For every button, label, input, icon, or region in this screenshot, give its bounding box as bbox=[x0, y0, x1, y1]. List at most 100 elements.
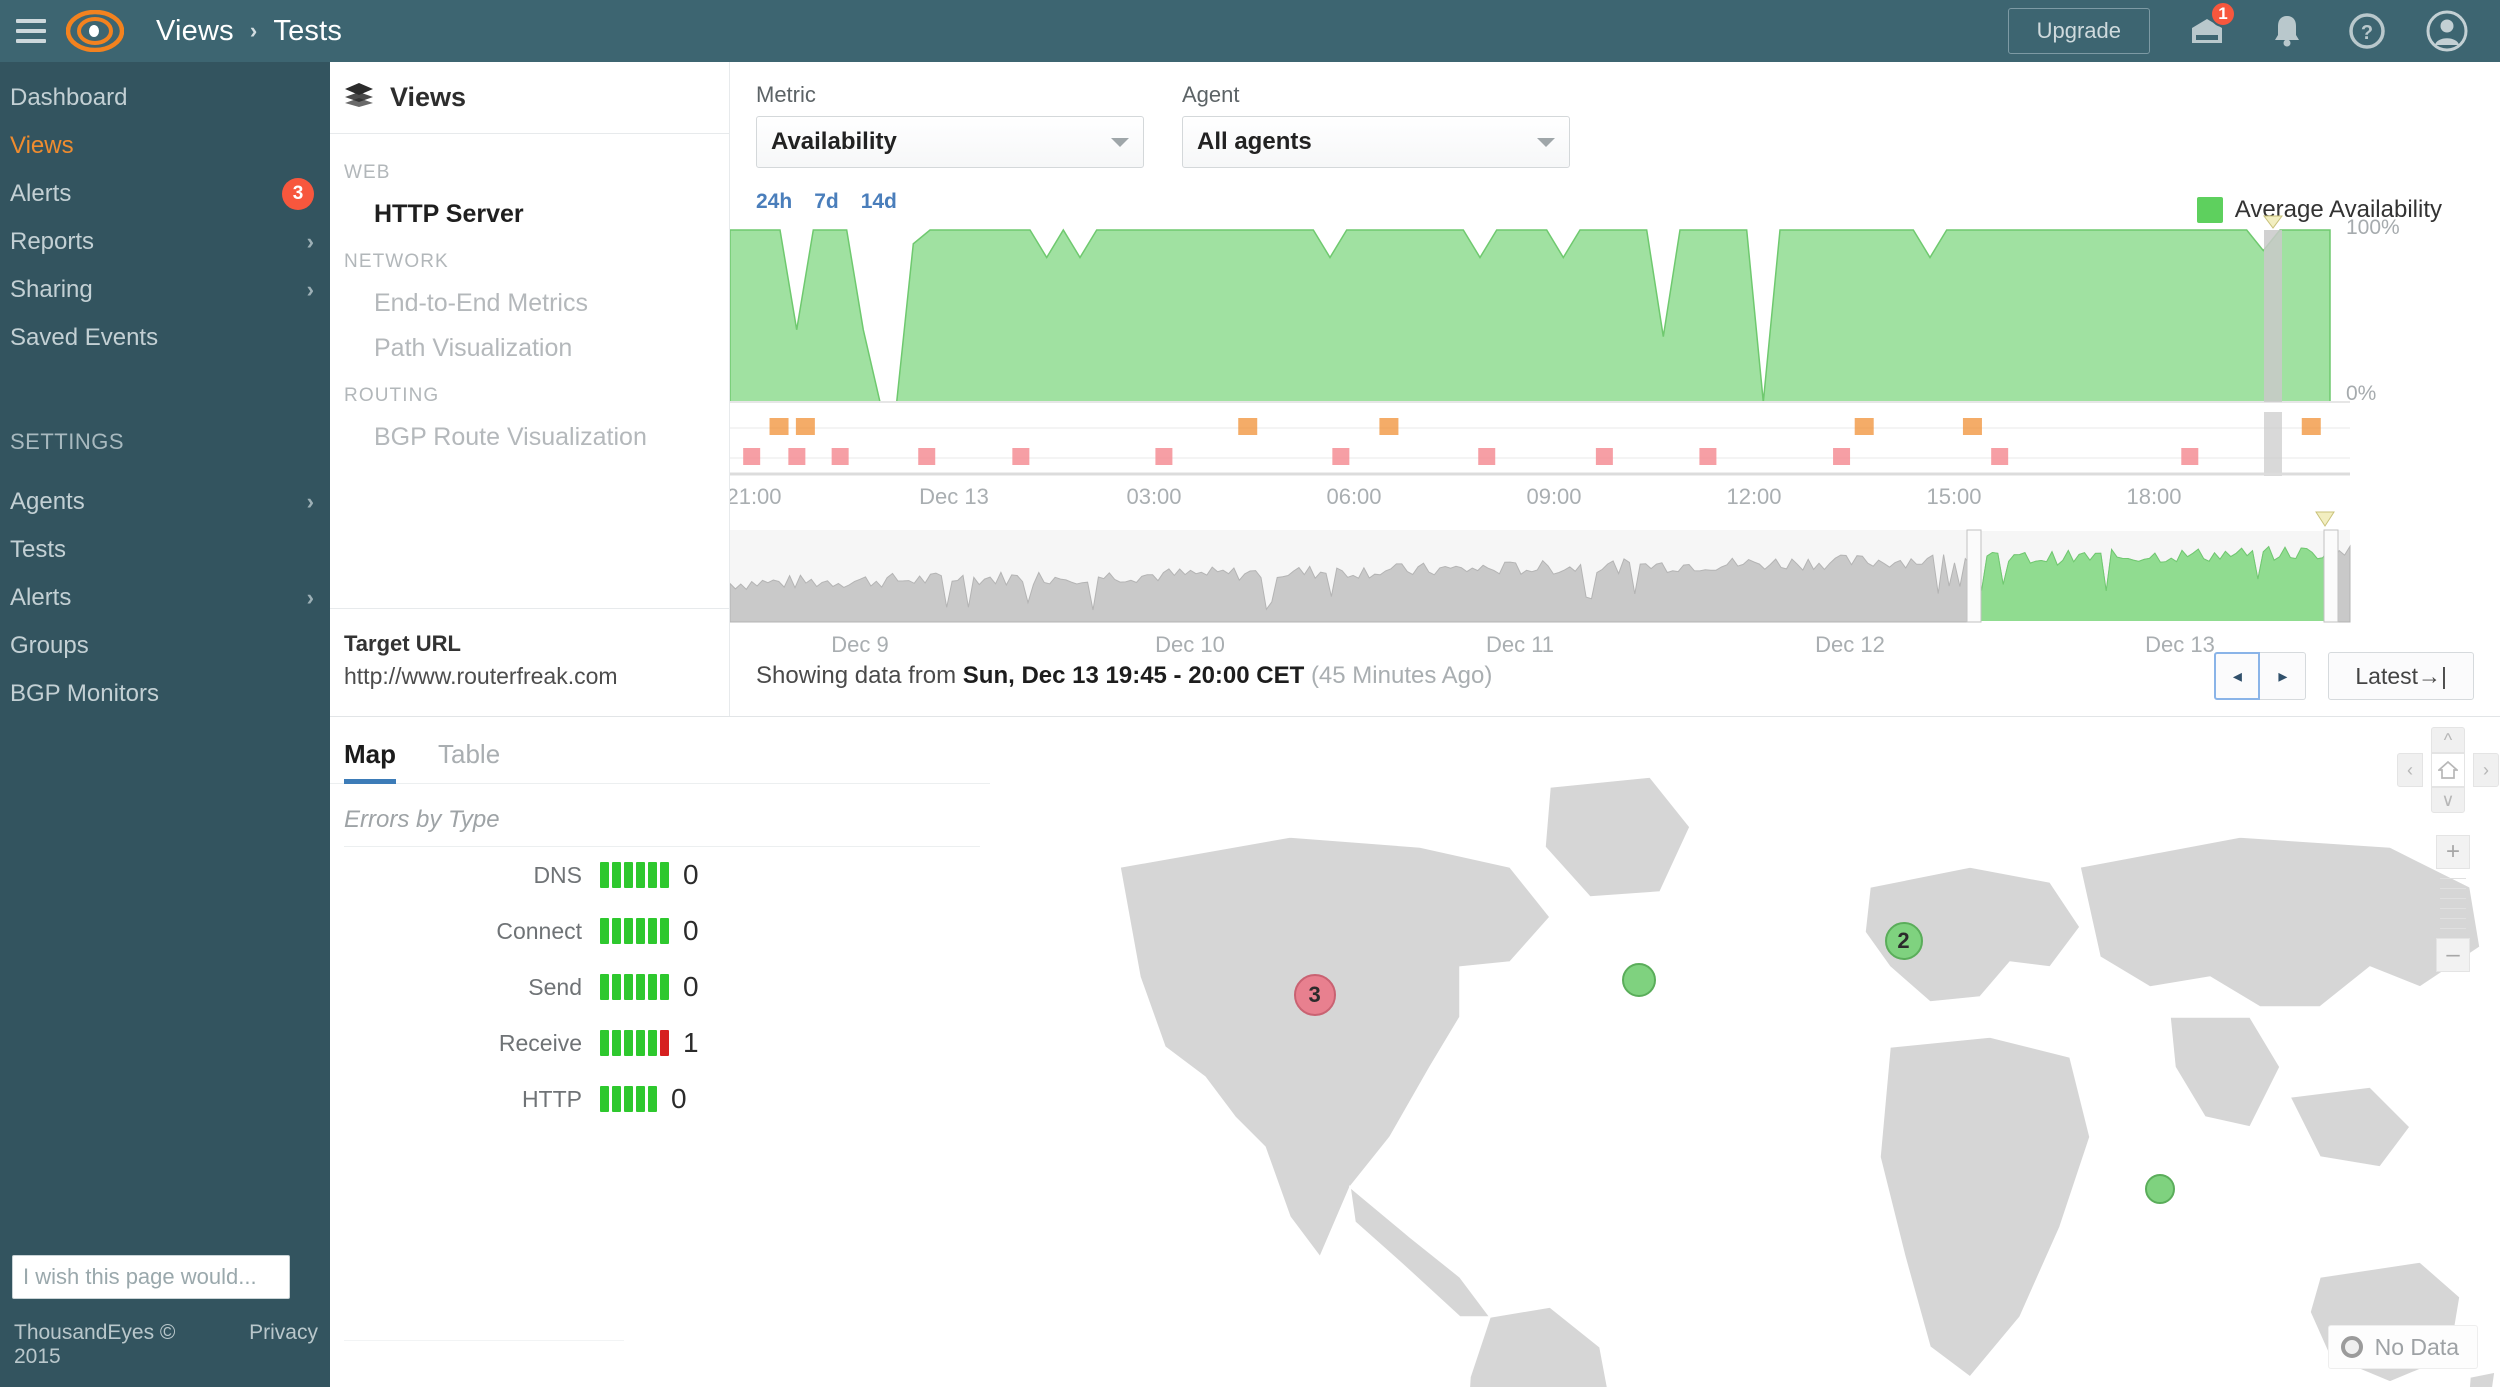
feedback-input[interactable] bbox=[12, 1255, 290, 1299]
sidebar: Dashboard Views Alerts 3 Reports › Shari… bbox=[0, 62, 330, 1387]
alert-event-marker[interactable] bbox=[769, 418, 789, 435]
error-event-marker[interactable] bbox=[831, 448, 849, 465]
range-24h[interactable]: 24h bbox=[756, 190, 792, 214]
next-button[interactable]: ▸ bbox=[2260, 652, 2307, 700]
prev-button[interactable]: ◂ bbox=[2214, 652, 2261, 700]
views-item-end-to-end-metrics[interactable]: End-to-End Metrics bbox=[330, 281, 729, 326]
privacy-link[interactable]: Privacy bbox=[249, 1321, 318, 1369]
sidebar-item-sharing[interactable]: Sharing › bbox=[0, 266, 330, 314]
help-icon[interactable]: ? bbox=[2344, 8, 2390, 54]
error-event-marker[interactable] bbox=[1833, 448, 1851, 465]
chevron-right-icon: › bbox=[306, 277, 314, 302]
navigator-current-handle-icon[interactable] bbox=[2315, 511, 2335, 527]
map-agent-marker[interactable]: 3 bbox=[1293, 974, 1336, 1017]
error-event-marker[interactable] bbox=[1012, 448, 1030, 465]
error-event-marker[interactable] bbox=[743, 448, 761, 465]
bell-icon[interactable] bbox=[2264, 8, 2310, 54]
tab-map[interactable]: Map bbox=[344, 739, 396, 784]
error-type-value: 0 bbox=[683, 859, 699, 890]
sidebar-item-agents[interactable]: Agents › bbox=[0, 478, 330, 526]
menu-icon[interactable] bbox=[0, 0, 62, 62]
map-zoom-control: + – bbox=[2436, 835, 2470, 972]
map-agent-marker[interactable] bbox=[1622, 962, 1657, 997]
error-event-marker[interactable] bbox=[1595, 448, 1613, 465]
zoom-tick bbox=[2440, 888, 2466, 889]
error-sparkline-bar bbox=[624, 1030, 633, 1056]
map-landmass bbox=[1468, 1306, 1609, 1387]
error-event-marker[interactable] bbox=[1332, 448, 1350, 465]
sidebar-item-settings-alerts[interactable]: Alerts › bbox=[0, 574, 330, 622]
error-sparkline-bar bbox=[624, 974, 633, 1000]
pan-down-button[interactable]: ∨ bbox=[2431, 787, 2465, 813]
views-list: WEB HTTP Server NETWORK End-to-End Metri… bbox=[330, 134, 729, 460]
home-icon[interactable] bbox=[2431, 753, 2465, 787]
views-group-web: WEB bbox=[344, 162, 391, 183]
error-event-marker[interactable] bbox=[788, 448, 806, 465]
error-sparkline-bar bbox=[636, 1030, 645, 1056]
breadcrumb-item-views[interactable]: Views bbox=[156, 15, 234, 48]
error-event-marker[interactable] bbox=[1478, 448, 1496, 465]
views-item-http-server[interactable]: HTTP Server bbox=[330, 192, 729, 237]
navigator-handle-left[interactable] bbox=[1966, 529, 1982, 623]
sidebar-item-alerts[interactable]: Alerts 3 bbox=[0, 170, 330, 218]
error-event-marker[interactable] bbox=[918, 448, 936, 465]
zoom-out-button[interactable]: – bbox=[2436, 938, 2470, 972]
current-time-handle-icon[interactable] bbox=[2263, 215, 2283, 229]
range-14d[interactable]: 14d bbox=[861, 190, 897, 214]
x-axis-tick: 06:00 bbox=[1326, 484, 1381, 509]
sidebar-item-saved-events[interactable]: Saved Events bbox=[0, 314, 330, 362]
map-landmass bbox=[1879, 1036, 2091, 1379]
agent-select[interactable]: All agents bbox=[1182, 116, 1570, 168]
error-sparkline-bar bbox=[660, 974, 669, 1000]
map-agent-marker[interactable]: 2 bbox=[1884, 922, 1923, 961]
views-item-bgp-route-visualization[interactable]: BGP Route Visualization bbox=[330, 415, 729, 460]
tab-table[interactable]: Table bbox=[438, 739, 500, 784]
error-sparkline-bar bbox=[612, 974, 621, 1000]
alert-event-marker[interactable] bbox=[1238, 418, 1258, 435]
error-type-row: DNS 0 bbox=[330, 847, 990, 903]
zoom-tick bbox=[2440, 878, 2466, 879]
pan-left-button[interactable]: ‹ bbox=[2397, 753, 2423, 787]
error-sparkline-bar bbox=[636, 862, 645, 888]
zoom-tick bbox=[2440, 908, 2466, 909]
pan-right-button[interactable]: › bbox=[2473, 753, 2499, 787]
error-event-marker[interactable] bbox=[2181, 448, 2199, 465]
navigator-handle-right[interactable] bbox=[2323, 529, 2339, 623]
sidebar-item-views[interactable]: Views bbox=[0, 122, 330, 170]
error-sparkline-bar bbox=[636, 1086, 645, 1112]
sidebar-item-tests[interactable]: Tests bbox=[0, 526, 330, 574]
metric-select-value: Availability bbox=[771, 128, 897, 155]
alert-event-marker[interactable] bbox=[1379, 418, 1399, 435]
zoom-in-button[interactable]: + bbox=[2436, 835, 2470, 869]
breadcrumb-item-tests[interactable]: Tests bbox=[273, 15, 342, 48]
alert-event-marker[interactable] bbox=[1854, 418, 1874, 435]
sidebar-item-reports[interactable]: Reports › bbox=[0, 218, 330, 266]
sidebar-item-label: BGP Monitors bbox=[10, 680, 159, 707]
range-7d[interactable]: 7d bbox=[814, 190, 839, 214]
metric-select[interactable]: Availability bbox=[756, 116, 1144, 168]
alert-event-marker[interactable] bbox=[1962, 418, 1982, 435]
breadcrumb: Views › Tests bbox=[156, 15, 342, 48]
error-type-row: Connect 0 bbox=[330, 903, 990, 959]
error-event-marker[interactable] bbox=[1155, 448, 1173, 465]
error-sparkline bbox=[600, 1030, 669, 1056]
inbox-icon[interactable]: 1 bbox=[2184, 1, 2236, 54]
views-item-path-visualization[interactable]: Path Visualization bbox=[330, 326, 729, 371]
upgrade-button[interactable]: Upgrade bbox=[2007, 8, 2150, 54]
thousandeyes-logo[interactable] bbox=[62, 0, 128, 62]
latest-button[interactable]: Latest→| bbox=[2328, 652, 2474, 700]
error-event-marker[interactable] bbox=[1699, 448, 1717, 465]
zoom-slider[interactable] bbox=[2436, 878, 2470, 929]
error-sparkline-bar bbox=[612, 918, 621, 944]
pan-up-button[interactable]: ^ bbox=[2431, 727, 2465, 753]
error-event-marker[interactable] bbox=[1991, 448, 2009, 465]
alert-event-marker[interactable] bbox=[795, 418, 815, 435]
world-map[interactable]: 3 2 ^ ‹ › ∨ + – No Data bbox=[990, 717, 2500, 1387]
top-header-bar: Views › Tests Upgrade 1 ? bbox=[0, 0, 2500, 62]
sidebar-item-groups[interactable]: Groups bbox=[0, 622, 330, 670]
availability-chart[interactable]: 100% 0% 21:00 Dec 13 03:00 06:00 09:00 12:00 15:… bbox=[730, 212, 2450, 692]
sidebar-item-dashboard[interactable]: Dashboard bbox=[0, 74, 330, 122]
sidebar-item-bgp-monitors[interactable]: BGP Monitors bbox=[0, 670, 330, 718]
alert-event-marker[interactable] bbox=[2301, 418, 2321, 435]
avatar[interactable] bbox=[2424, 8, 2470, 54]
